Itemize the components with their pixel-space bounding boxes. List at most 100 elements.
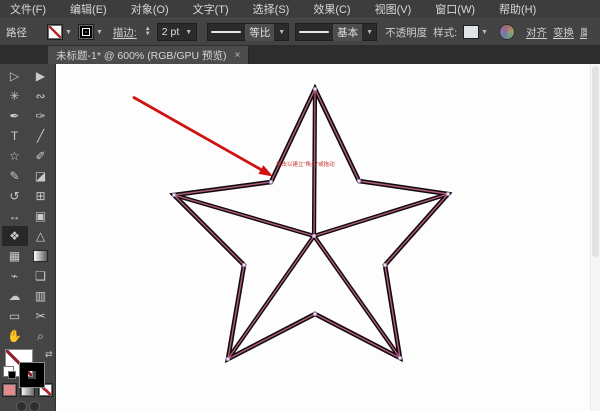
anchor-point [313,312,316,315]
stroke-color-dropdown[interactable]: ▼ [78,24,103,40]
default-fill-stroke-icon[interactable] [3,366,14,377]
zoom-tool[interactable]: ⌕ [28,326,54,346]
stroke-profile-preview [211,31,241,33]
menu-item-5[interactable]: 效果(C) [313,1,350,17]
scale-tool[interactable]: ⊞ [28,186,54,206]
slice-tool[interactable]: ✂ [28,306,54,326]
screen-mode-buttons [17,402,39,411]
chevron-down-icon: ▼ [366,29,373,36]
menu-item-6[interactable]: 视图(V) [375,1,412,17]
gradient-swatch-icon [33,250,48,262]
perspective-grid-tool[interactable]: △ [28,226,54,246]
free-transform-tool[interactable]: ▣ [28,206,54,226]
menu-item-0[interactable]: 文件(F) [10,1,46,17]
anchor-point [313,87,316,90]
curvature-tool[interactable]: ✑ [28,106,54,126]
star-tool[interactable]: ☆ [2,146,28,166]
column-graph-tool[interactable]: ▥ [28,286,54,306]
chevron-down-icon: ▼ [96,29,103,36]
vertical-scrollbar[interactable] [590,64,600,411]
direct-selection-tool[interactable]: ▶ [28,66,54,86]
star-drawing [56,64,600,411]
draw-mode-icon[interactable] [17,402,26,411]
variable-width-profile-dropdown[interactable]: 等比 ▼ [207,23,289,41]
screen-mode-icon[interactable] [30,402,39,411]
style-label: 样式: [433,25,457,40]
pencil-tool[interactable]: ✎ [2,166,28,186]
mesh-tool[interactable]: ▦ [2,246,28,266]
menu-item-4[interactable]: 选择(S) [253,1,290,17]
gradient-tool[interactable] [28,246,54,266]
close-tab-icon[interactable]: × [235,50,241,61]
red-arrow-head [258,165,273,176]
type-tool[interactable]: T [2,126,28,146]
symbol-sprayer-tool[interactable]: ☁ [2,286,28,306]
profile-label: 等比 [245,24,274,41]
menu-item-8[interactable]: 帮助(H) [499,1,536,17]
options-bar: 路径 ▼ ▼ 描边: ▲▼ 2 pt ▼ 等比 ▼ 基本 ▼ 不透明度 样式: [0,18,600,46]
anchor-point [357,179,360,182]
chevron-down-icon: ▼ [185,29,192,36]
menu-item-3[interactable]: 文字(T) [193,1,229,17]
menu-item-1[interactable]: 编辑(E) [70,1,107,17]
document-tab-title: 未标题-1* @ 600% (RGB/GPU 预览) [56,48,227,63]
magic-wand-tool[interactable]: ✳ [2,86,28,106]
anchor-point [269,180,272,183]
fill-color-dropdown[interactable]: ▼ [47,24,72,40]
menu-bar: 文件(F) 编辑(E) 对象(O) 文字(T) 选择(S) 效果(C) 视图(V) 窗口(W)… [0,0,600,18]
document-tab-bar: 未标题-1* @ 600% (RGB/GPU 预览) × [0,46,600,64]
anchor-point [398,356,401,359]
scrollbar-thumb[interactable] [592,66,599,257]
eraser-tool[interactable]: ◪ [28,166,54,186]
selection-tool[interactable]: ▷ [2,66,28,86]
anchor-point [172,193,175,196]
eyedropper-tool[interactable]: ⌁ [2,266,28,286]
stroke-weight-field[interactable]: 2 pt ▼ [157,23,197,41]
color-button[interactable] [2,383,17,397]
paintbrush-tool[interactable]: ✐ [28,146,54,166]
shape-builder-tool[interactable]: ❖ [2,226,28,246]
rotate-tool[interactable]: ↺ [2,186,28,206]
align-link[interactable]: 对齐 [526,25,547,40]
anchor-point [446,192,449,195]
annotation-text: 单击以建立“角点”或拖动 [276,160,335,168]
illustrator-window: 文件(F) 编辑(E) 对象(O) 文字(T) 选择(S) 效果(C) 视图(V) 窗口(W)… [0,0,600,411]
hand-tool[interactable]: ✋ [2,326,28,346]
recolor-artwork-icon[interactable] [500,25,514,39]
document-tab[interactable]: 未标题-1* @ 600% (RGB/GPU 预览) × [48,46,249,64]
line-segment-tool[interactable]: ╱ [28,126,54,146]
stroke-weight-value: 2 pt [162,26,180,38]
clipped-panel-link[interactable]: 属 [580,25,587,40]
brush-label: 基本 [333,24,362,41]
style-swatch [463,25,479,39]
opacity-link[interactable]: 不透明度 [385,25,427,40]
brush-preview [299,31,329,33]
chevron-down-icon: ▼ [278,29,285,36]
chevron-down-icon: ▼ [65,29,72,36]
swap-fill-stroke-icon[interactable]: ⇄ [45,349,53,360]
menu-item-7[interactable]: 窗口(W) [435,1,475,17]
brush-definition-dropdown[interactable]: 基本 ▼ [295,23,377,41]
chevron-down-icon: ▼ [481,29,488,36]
graphic-style-dropdown[interactable]: ▼ [463,25,488,39]
tool-grid: ▷▶✳∾✒✑T╱☆✐✎◪↺⊞↔▣❖△▦⌁❏☁▥▭✂✋⌕ [2,66,54,346]
width-tool[interactable]: ↔ [2,206,28,226]
fill-stroke-indicator: ⇄ [3,349,53,377]
menu-item-2[interactable]: 对象(O) [131,1,169,17]
artboard-canvas[interactable]: 单击以建立“角点”或拖动 [56,64,600,411]
stroke-weight-stepper[interactable]: ▲▼ [145,27,151,37]
fill-none-swatch-icon [47,24,63,40]
tools-panel: ▷▶✳∾✒✑T╱☆✐✎◪↺⊞↔▣❖△▦⌁❏☁▥▭✂✋⌕ ⇄ [0,64,56,411]
lasso-tool[interactable]: ∾ [28,86,54,106]
blend-tool[interactable]: ❏ [28,266,54,286]
artboard-tool[interactable]: ▭ [2,306,28,326]
stroke-panel-link[interactable]: 描边: [113,25,137,40]
pen-tool[interactable]: ✒ [2,106,28,126]
stroke-indicator-black[interactable] [20,363,44,387]
anchor-point [242,263,245,266]
anchor-point [226,357,229,360]
context-label: 路径 [6,25,27,40]
transform-link[interactable]: 变换 [553,25,574,40]
red-arrow-line [133,97,264,171]
anchor-point [383,263,386,266]
